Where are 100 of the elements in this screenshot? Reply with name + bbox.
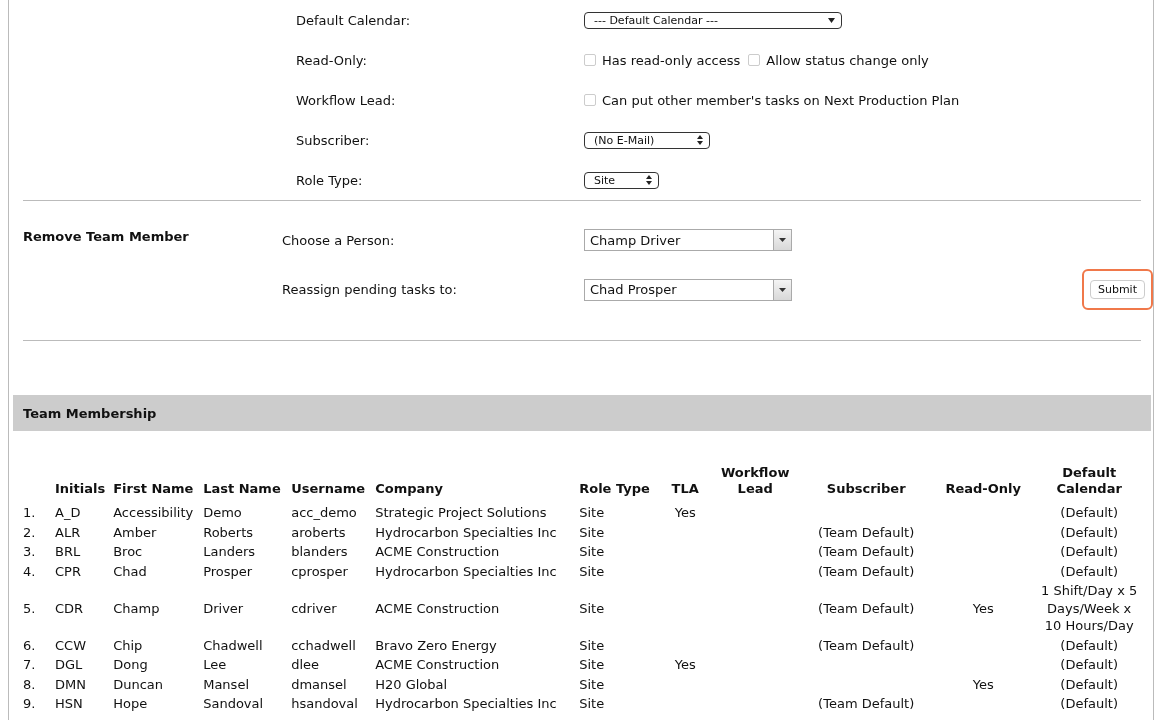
column-header: Subscriber: [826, 481, 906, 496]
table-cell: Yes: [972, 600, 994, 616]
column-header: Username: [291, 481, 366, 496]
table-cell: acc_demo: [291, 505, 357, 520]
field-label: Default Calendar:: [296, 12, 411, 28]
dropdown[interactable]: Site: [584, 171, 659, 189]
table-cell: Lee: [203, 657, 227, 672]
column-header: Company: [375, 481, 443, 496]
table-cell: Chadwell: [203, 637, 263, 653]
table-cell: Mansel: [203, 676, 249, 692]
stepper-icon: [646, 175, 652, 185]
column-header: Read-Only: [945, 481, 1021, 496]
table-cell: aroberts: [291, 524, 346, 540]
table-cell: dmansel: [291, 676, 347, 692]
table-cell: Site: [579, 676, 605, 692]
checkbox[interactable]: [584, 54, 596, 66]
dropdown[interactable]: (No E-Mail): [584, 131, 710, 149]
field-label: Choose a Person:: [282, 232, 396, 248]
table-cell: 6.: [23, 637, 36, 653]
table-cell: dlee: [291, 657, 320, 672]
table-cell: ACME Construction: [375, 600, 500, 616]
caret-icon: [779, 287, 786, 292]
field-label: Role Type:: [296, 172, 363, 188]
table-cell: (Team Default): [818, 544, 915, 559]
table-cell: ACME Construction: [375, 544, 500, 559]
caret-icon: [828, 17, 835, 23]
column-header: Workflow Lead: [720, 465, 790, 496]
column-header: Default Calendar: [1056, 465, 1122, 496]
table-cell: HSN: [55, 696, 83, 711]
table-cell: (Default): [1060, 563, 1118, 579]
table-cell: hsandoval: [291, 696, 358, 711]
table-cell: DMN: [55, 676, 86, 692]
table-cell: Duncan: [113, 676, 164, 692]
table-cell: Bravo Zero Energy: [375, 637, 497, 653]
table-cell: Chip: [113, 637, 143, 653]
table-cell: Champ: [113, 600, 160, 616]
field-label: Read-Only:: [296, 52, 367, 68]
table-cell: 1 Shift/Day x 5 Days/Week x 10 Hours/Day: [1041, 583, 1138, 633]
table-cell: (Default): [1060, 696, 1118, 711]
table-cell: Yes: [674, 657, 696, 672]
table-cell: (Team Default): [818, 600, 915, 616]
table-cell: CCW: [55, 637, 86, 653]
table-cell: (Default): [1060, 657, 1118, 672]
table-cell: Prosper: [203, 563, 253, 579]
table-cell: Driver: [203, 600, 244, 616]
table-cell: ALR: [55, 524, 81, 540]
table-cell: Yes: [674, 505, 696, 520]
table-cell: (Default): [1060, 524, 1118, 540]
table-cell: (Default): [1060, 544, 1118, 559]
section-header: Team Membership: [13, 395, 1151, 431]
field-label: Reassign pending tasks to:: [282, 282, 458, 297]
table-cell: cdriver: [291, 600, 337, 616]
checkbox-label: Allow status change only: [766, 52, 929, 68]
table-cell: (Team Default): [818, 563, 915, 579]
table-cell: Hydrocarbon Specialties Inc: [375, 696, 557, 711]
table-cell: (Default): [1060, 676, 1118, 692]
table-cell: cchadwell: [291, 637, 356, 653]
table-cell: Site: [579, 696, 605, 711]
table-cell: 4.: [23, 563, 36, 579]
caret-icon: [779, 238, 786, 242]
table-cell: DGL: [55, 657, 83, 672]
table-cell: 8.: [23, 676, 36, 692]
table-cell: Hope: [113, 696, 148, 711]
table-cell: Site: [579, 524, 605, 540]
column-header: Initials: [55, 481, 106, 496]
stepper-icon: [697, 135, 703, 145]
table-cell: Yes: [972, 676, 994, 692]
table-cell: Hydrocarbon Specialties Inc: [375, 524, 557, 540]
table-cell: A_D: [55, 505, 81, 520]
dropdown[interactable]: --- Default Calendar ---: [584, 11, 842, 29]
table-cell: Hydrocarbon Specialties Inc: [375, 563, 557, 579]
checkbox-label: Has read-only access: [602, 52, 741, 68]
checkbox-label: Can put other member's tasks on Next Production Plan: [602, 92, 960, 108]
submit-button[interactable]: Submit: [1089, 280, 1145, 299]
table-cell: (Team Default): [818, 696, 915, 711]
table-cell: Strategic Project Solutions: [375, 505, 547, 520]
table-cell: H20 Global: [375, 676, 448, 692]
table-cell: (Default): [1060, 505, 1118, 520]
table-cell: (Team Default): [818, 524, 915, 540]
table-cell: BRL: [55, 544, 81, 559]
table-cell: CDR: [55, 600, 84, 616]
table-cell: 3.: [23, 544, 36, 559]
table-cell: Landers: [203, 544, 255, 559]
table-cell: Demo: [203, 505, 242, 520]
table-cell: Chad: [113, 563, 147, 579]
table-cell: Site: [579, 657, 605, 672]
checkbox[interactable]: [748, 54, 761, 66]
table-cell: blanders: [291, 544, 348, 559]
table-cell: Dong: [113, 657, 148, 672]
table-cell: Amber: [113, 524, 157, 540]
table-cell: 9.: [23, 696, 36, 711]
table-cell: Sandoval: [203, 696, 264, 711]
checkbox[interactable]: [584, 94, 596, 106]
table-cell: Site: [579, 563, 605, 579]
column-header: Role Type: [579, 481, 650, 496]
dropdown[interactable]: Champ Driver: [584, 229, 792, 251]
table-cell: Site: [579, 505, 605, 520]
table-cell: Site: [579, 544, 605, 559]
table-cell: Accessibility: [113, 505, 194, 520]
dropdown[interactable]: Chad Prosper: [584, 278, 792, 301]
